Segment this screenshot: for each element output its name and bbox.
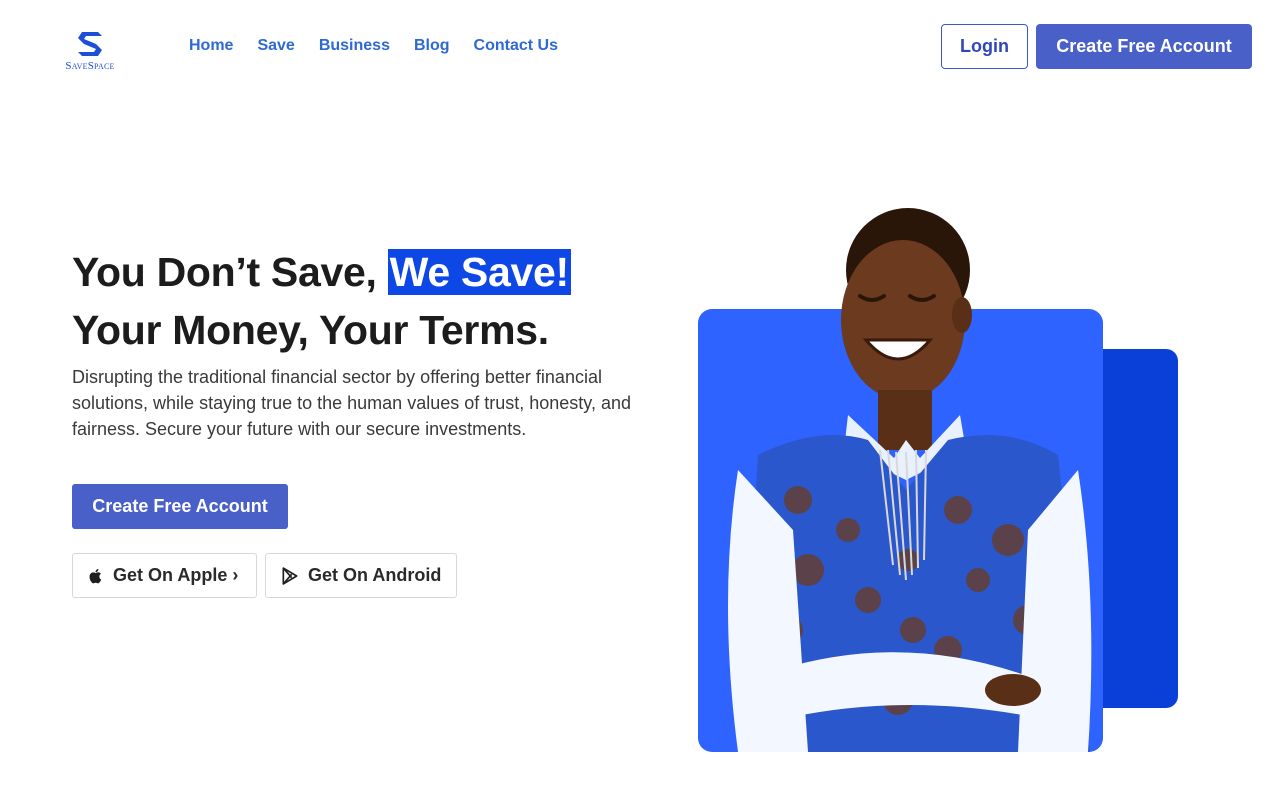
create-account-header-button[interactable]: Create Free Account xyxy=(1036,24,1252,69)
nav-contact-us[interactable]: Contact Us xyxy=(474,37,558,55)
headline-highlight: We Save! xyxy=(387,249,571,295)
nav-save[interactable]: Save xyxy=(257,37,294,55)
nav-home[interactable]: Home xyxy=(189,37,233,55)
hero-portrait-image xyxy=(728,208,1092,752)
login-button[interactable]: Login xyxy=(941,24,1028,69)
main-nav: Home Save Business Blog Contact Us xyxy=(189,37,558,55)
get-on-apple-button[interactable]: Get On Apple › xyxy=(72,553,257,598)
hero-description: Disrupting the traditional financial sec… xyxy=(72,367,631,439)
logo[interactable]: SaveSpace xyxy=(60,30,120,72)
create-account-hero-button[interactable]: Create Free Account xyxy=(72,484,288,529)
savespace-logo-icon xyxy=(78,32,102,56)
nav-blog[interactable]: Blog xyxy=(414,37,450,55)
android-button-label: Get On Android xyxy=(308,565,442,585)
get-on-android-button[interactable]: Get On Android xyxy=(265,553,457,598)
logo-text: SaveSpace xyxy=(65,60,115,72)
headline-line2: Your Money, Your Terms. xyxy=(72,307,549,353)
apple-button-label: Get On Apple › xyxy=(113,565,239,585)
nav-business[interactable]: Business xyxy=(319,37,390,55)
hero-headline: You Don’t Save, We Save! Your Money, You… xyxy=(72,243,571,359)
google-play-icon xyxy=(282,566,298,585)
headline-part1: You Don’t Save, xyxy=(72,249,388,295)
apple-icon xyxy=(89,568,102,583)
